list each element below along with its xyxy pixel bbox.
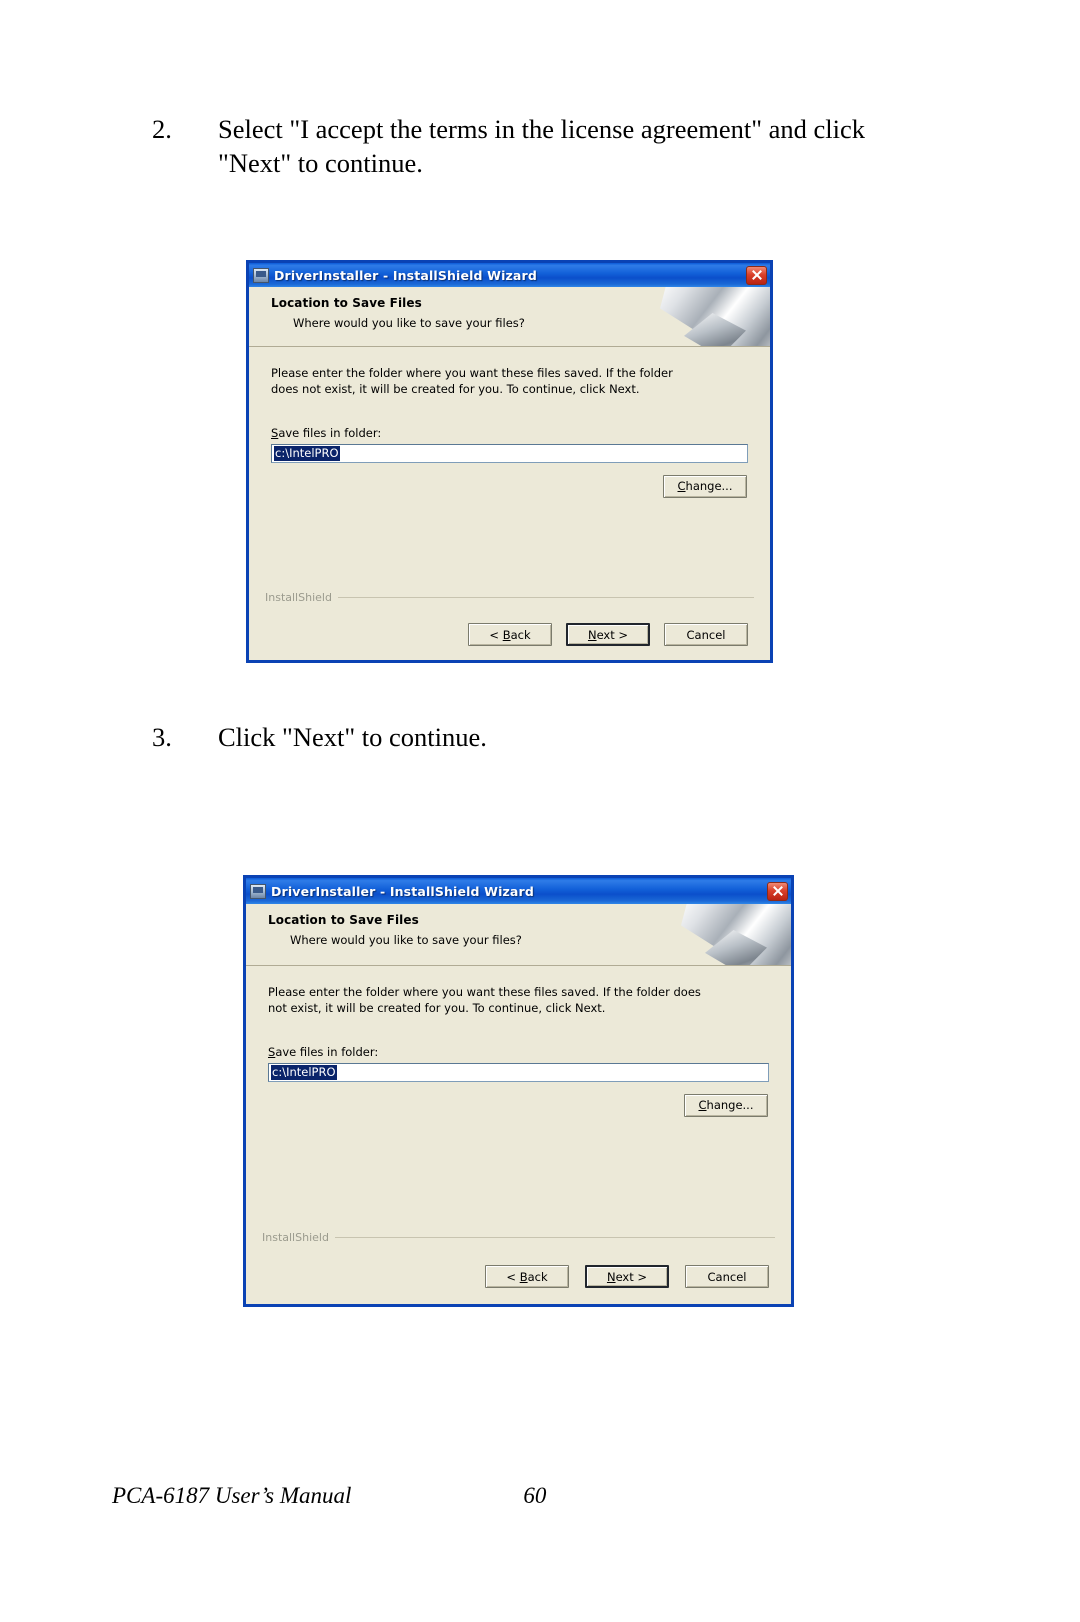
change-button-label: hange... [685,479,733,494]
back-button-label: ack [510,627,531,642]
installshield-label: InstallShield [262,1231,329,1244]
installshield-wizard-dialog-1[interactable]: DriverInstaller - InstallShield Wizard L… [246,260,773,663]
change-button-row: Change... [268,1093,769,1117]
save-folder-input[interactable]: c:\IntelPRO [268,1062,769,1082]
instruction-paragraph: Please enter the folder where you want t… [271,366,673,397]
dialog-body: Please enter the folder where you want t… [249,347,770,660]
change-button[interactable]: Change... [663,474,747,498]
save-folder-label-rest: ave files in folder: [275,1044,379,1059]
back-button[interactable]: < Back [468,623,552,646]
dialog-titlebar[interactable]: DriverInstaller - InstallShield Wizard [249,263,770,287]
close-icon[interactable] [746,265,767,285]
dialog-title: DriverInstaller - InstallShield Wizard [271,883,534,899]
back-button-label: ack [527,1269,548,1284]
back-button-accesskey: B [502,627,511,642]
dialog-titlebar[interactable]: DriverInstaller - InstallShield Wizard [246,878,791,904]
page-number: 60 [523,1483,547,1508]
save-folder-input-value: c:\IntelPRO [271,1064,337,1080]
cancel-button-label: Cancel [686,627,726,642]
dialog-banner: Location to Save Files Where would you l… [249,287,770,347]
change-button-label: hange... [706,1098,754,1113]
installshield-branding: InstallShield [262,1231,775,1244]
next-button-accesskey: N [587,627,597,642]
instruction-step-2: 2. Select "I accept the terms in the lic… [152,112,892,181]
cancel-button[interactable]: Cancel [685,1265,769,1288]
dialog-banner: Location to Save Files Where would you l… [246,904,791,966]
back-button-prefix: < [489,627,503,642]
banner-graphic-icon [658,287,770,346]
step-text: Select "I accept the terms in the licens… [218,114,866,179]
change-button-accesskey: C [698,1098,707,1113]
change-button-row: Change... [271,474,748,498]
dialog-body: Please enter the folder where you want t… [246,966,791,1304]
application-icon [250,883,266,899]
step-number: 3. [152,722,172,752]
instruction-step-3: 3. Click "Next" to continue. [152,720,892,754]
next-button-label: ext > [596,627,629,642]
installshield-label: InstallShield [265,591,332,604]
save-folder-input-value: c:\IntelPRO [274,445,340,461]
installshield-wizard-dialog-2[interactable]: DriverInstaller - InstallShield Wizard L… [243,875,794,1307]
next-button-accesskey: N [606,1269,616,1284]
back-button[interactable]: < Back [485,1265,569,1288]
page-footer: PCA-6187 User’s Manual 60 [112,1483,672,1509]
save-folder-label-rest: ave files in folder: [278,425,382,440]
dialog-footer-buttons: < Back Next > Cancel [246,1265,791,1288]
next-button[interactable]: Next > [585,1265,669,1288]
step-number: 2. [152,114,172,144]
instruction-paragraph: Please enter the folder where you want t… [268,985,701,1016]
cancel-button-label: Cancel [707,1269,747,1284]
installshield-branding: InstallShield [265,591,754,604]
back-button-prefix: < [506,1269,520,1284]
dialog-title: DriverInstaller - InstallShield Wizard [274,267,537,283]
banner-graphic-icon [679,904,791,965]
next-button[interactable]: Next > [566,623,650,646]
save-folder-label: Save files in folder: [268,1045,769,1059]
dialog-footer-buttons: < Back Next > Cancel [249,623,770,646]
change-button[interactable]: Change... [684,1093,768,1117]
save-folder-label: Save files in folder: [271,426,748,440]
application-icon [253,267,269,283]
change-button-accesskey: C [677,479,686,494]
manual-name: PCA-6187 User’s Manual [112,1483,352,1508]
back-button-accesskey: B [519,1269,528,1284]
cancel-button[interactable]: Cancel [664,623,748,646]
close-icon[interactable] [767,881,788,901]
divider [337,597,754,598]
step-text: Click "Next" to continue. [218,722,487,752]
divider [334,1237,775,1238]
next-button-label: ext > [615,1269,648,1284]
save-folder-input[interactable]: c:\IntelPRO [271,443,748,463]
